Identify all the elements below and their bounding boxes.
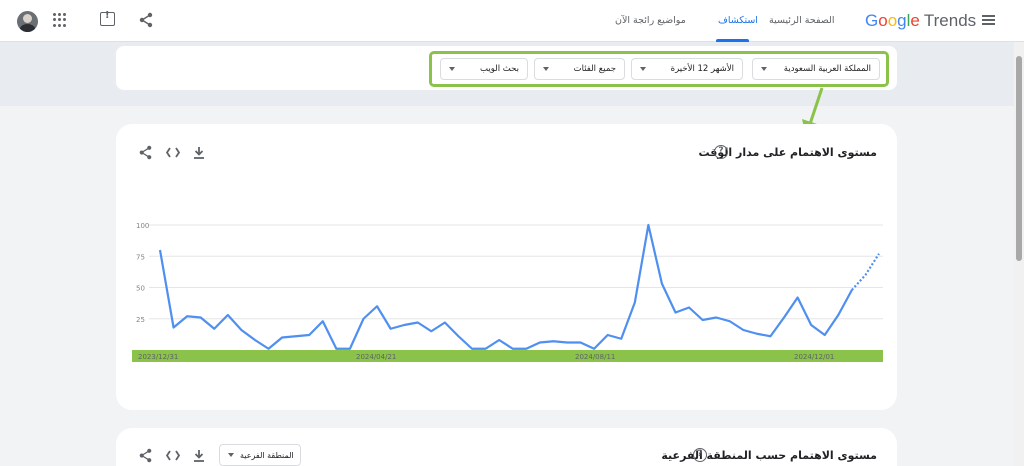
y-tick-label: 75 xyxy=(136,253,145,261)
top-bar: مواضيع رائجة الآن استكشاف الصفحة الرئيسي… xyxy=(0,0,1024,42)
download-icon[interactable] xyxy=(193,449,205,462)
interest-chart: 100 75 50 25 2023/12/31 2024/04/21 2024/08/11… xyxy=(132,222,883,362)
subregion-dropdown[interactable]: المنطقة الفرعية xyxy=(219,444,301,466)
x-tick-label: 2023/12/31 xyxy=(138,353,178,361)
share-icon[interactable] xyxy=(138,12,154,28)
y-tick-label: 25 xyxy=(136,316,145,324)
chevron-down-icon xyxy=(228,453,234,457)
apps-icon[interactable] xyxy=(53,13,67,27)
help-icon[interactable]: ? xyxy=(693,448,707,462)
help-icon[interactable]: ? xyxy=(714,145,728,159)
embed-icon[interactable] xyxy=(166,147,180,158)
nav-explore[interactable]: استكشاف xyxy=(718,15,758,26)
x-tick-label: 2024/08/11 xyxy=(575,353,615,361)
x-axis-highlight-band xyxy=(132,350,883,362)
nav-home[interactable]: الصفحة الرئيسية xyxy=(769,15,835,26)
download-icon[interactable] xyxy=(193,146,205,159)
embed-icon[interactable] xyxy=(166,450,180,461)
x-tick-label: 2024/04/21 xyxy=(356,353,396,361)
share-icon[interactable] xyxy=(138,448,153,463)
x-tick-label: 2024/12/01 xyxy=(794,353,834,361)
subregion-label: المنطقة الفرعية xyxy=(240,450,294,460)
share-icon[interactable] xyxy=(138,145,153,160)
google-trends-logo[interactable]: Google Trends xyxy=(865,11,976,31)
filters-highlight-box xyxy=(429,51,889,87)
scrollbar[interactable] xyxy=(1014,42,1024,466)
partial-data-line xyxy=(851,253,880,291)
logo-google: Google xyxy=(865,11,920,30)
menu-icon[interactable] xyxy=(982,15,995,25)
logo-trends: Trends xyxy=(923,11,977,30)
y-tick-label: 100 xyxy=(136,222,149,230)
series-line[interactable] xyxy=(158,223,853,350)
avatar[interactable] xyxy=(17,11,38,32)
nav-trending-now[interactable]: مواضيع رائجة الآن xyxy=(615,15,686,26)
y-tick-label: 50 xyxy=(136,285,145,293)
feedback-icon[interactable] xyxy=(100,10,115,26)
scrollbar-thumb[interactable] xyxy=(1016,56,1022,261)
